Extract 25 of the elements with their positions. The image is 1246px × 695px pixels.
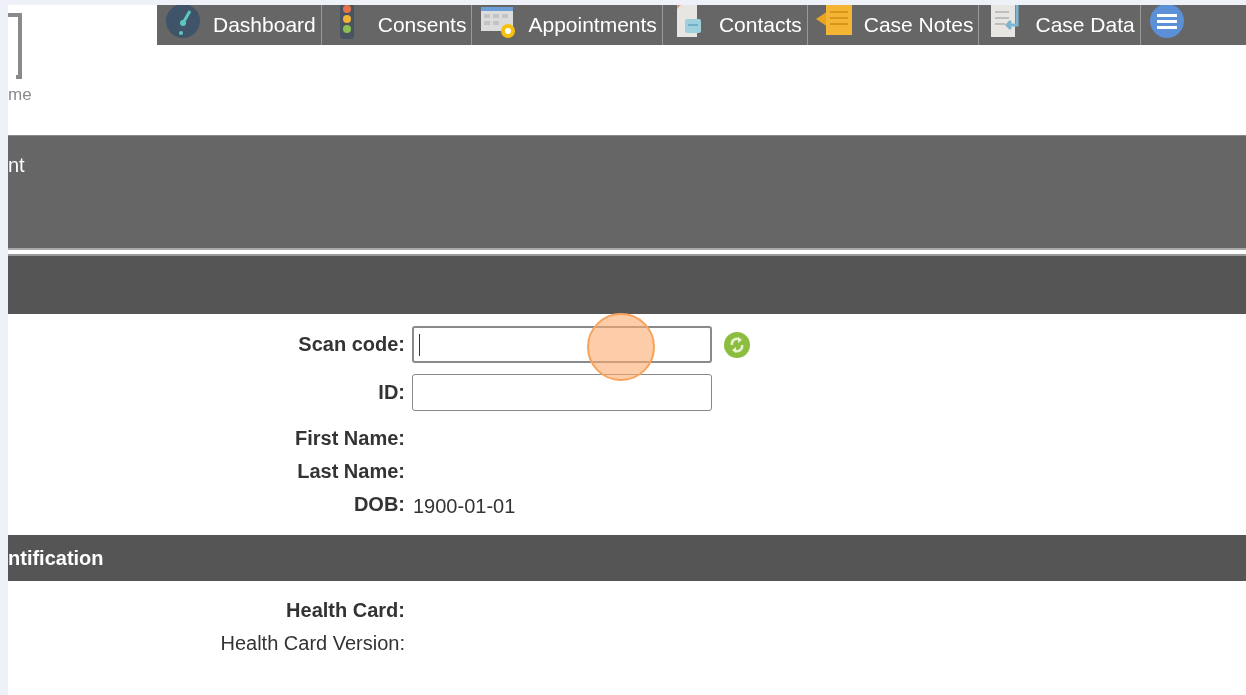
field-label: Scan code:: [298, 333, 406, 356]
nav-tab[interactable]: Case Notes: [807, 5, 980, 45]
field-label: Health Card Version:: [220, 632, 406, 655]
input-field[interactable]: [412, 374, 712, 411]
gauge-icon: [165, 5, 201, 39]
refresh-icon[interactable]: [723, 330, 751, 359]
field-label: DOB:: [353, 493, 406, 516]
field-label: ID:: [378, 381, 406, 404]
section-title: nt: [8, 154, 25, 176]
field-label: Health Card:: [286, 599, 406, 622]
nav-tab[interactable]: Consents: [321, 5, 473, 45]
logo-frame-icon: [8, 13, 22, 79]
calendar-icon: [480, 5, 517, 39]
nav-tab[interactable]: Dashboard: [157, 5, 322, 45]
field-value: 1900-01-01: [413, 495, 516, 518]
field-label: First Name:: [294, 427, 406, 450]
logo-caption: me: [8, 85, 32, 105]
input-field[interactable]: [412, 326, 712, 363]
nav-tab[interactable]: Contacts: [662, 5, 808, 45]
field-label: Last Name:: [297, 460, 406, 483]
nav-tab[interactable]: Appointments: [472, 5, 663, 45]
nav-tab[interactable]: Case Data: [979, 5, 1141, 45]
text-cursor: [419, 334, 420, 356]
list-icon[interactable]: [1148, 5, 1185, 39]
section-title: ntification: [8, 546, 104, 570]
